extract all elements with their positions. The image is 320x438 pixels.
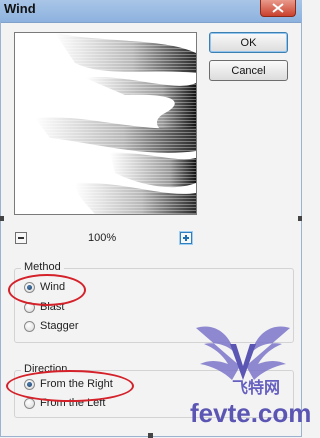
radio-button[interactable] — [24, 398, 35, 409]
filter-preview[interactable] — [14, 32, 197, 215]
zoom-controls: 100% — [14, 232, 195, 248]
radio-button[interactable] — [24, 302, 35, 313]
wind-preview-image — [15, 33, 196, 214]
radio-label: Stagger — [40, 320, 79, 332]
radio-button[interactable] — [24, 321, 35, 332]
zoom-level: 100% — [88, 232, 117, 244]
zoom-out-button[interactable] — [15, 232, 27, 244]
resize-handle — [0, 216, 4, 221]
radio-button[interactable] — [24, 379, 35, 390]
direction-group-title: Direction — [21, 363, 71, 375]
ok-button[interactable]: OK — [209, 32, 288, 53]
radio-label: From the Left — [40, 397, 106, 409]
close-icon — [272, 3, 284, 13]
title-bar[interactable]: Wind — [0, 0, 302, 23]
radio-label: Wind — [40, 281, 66, 293]
minus-icon — [18, 237, 24, 239]
zoom-in-button[interactable] — [180, 232, 192, 244]
close-button[interactable] — [260, 0, 296, 17]
resize-handle — [148, 433, 153, 438]
watermark-text: fevte.com — [190, 398, 312, 428]
watermark-cjk: 飞特网 — [232, 378, 281, 397]
window-title: Wind — [4, 1, 36, 16]
cancel-button[interactable]: Cancel — [209, 60, 288, 81]
resize-handle — [298, 216, 302, 221]
radio-label: Blast — [40, 301, 65, 313]
radio-label: From the Right — [40, 378, 113, 390]
radio-button[interactable] — [24, 282, 35, 293]
method-group-title: Method — [21, 261, 64, 273]
